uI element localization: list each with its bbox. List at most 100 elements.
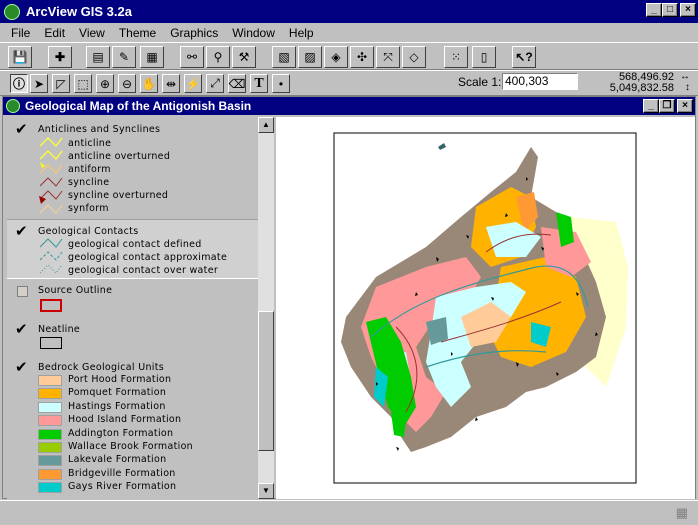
- menu-theme[interactable]: Theme: [112, 26, 163, 40]
- vertex-edit-tool[interactable]: ◸: [52, 74, 70, 93]
- hotlink-icon: ⚡: [185, 76, 201, 91]
- theme-neatline[interactable]: ✔ Neatline: [7, 317, 259, 355]
- theme-properties-button[interactable]: ▤: [86, 46, 110, 68]
- button-bar: 💾 ✚ ▤ ✎ ▦ ⚯ ⚲ ⚒ ▧ ▨ ◈ ✣ ⤧ ◇ ⁙ ▯ ↖?: [0, 42, 698, 70]
- arrow-pointer-icon: ➤: [33, 76, 45, 91]
- map-display[interactable]: [276, 117, 695, 499]
- view-restore-button[interactable]: ❐: [659, 99, 675, 113]
- anticline-symbol: [39, 137, 63, 147]
- help-button[interactable]: ↖?: [512, 46, 536, 68]
- zoom-in-fixed-button[interactable]: ✣: [350, 46, 374, 68]
- save-project-button[interactable]: 💾: [8, 46, 32, 68]
- edit-legend-button[interactable]: ✎: [112, 46, 136, 68]
- theme-visibility-checkbox[interactable]: ✔: [15, 224, 28, 239]
- menu-graphics[interactable]: Graphics: [163, 26, 225, 40]
- close-button[interactable]: ×: [680, 3, 696, 17]
- fold-line-symbols: [39, 137, 63, 214]
- area-of-interest-icon: ⤢: [210, 76, 220, 90]
- legend-label: anticline overturned: [68, 151, 171, 162]
- theme-visibility-checkbox[interactable]: ✔: [15, 322, 28, 337]
- zoom-to-active-themes-button[interactable]: ▨: [298, 46, 322, 68]
- theme-properties-icon: ▤: [92, 50, 104, 64]
- hammer-icon: ⚒: [238, 50, 250, 64]
- zoom-in-tool[interactable]: ⊕: [96, 74, 114, 93]
- contact-line-symbols: [39, 238, 63, 274]
- zoom-to-selected-button[interactable]: ◈: [324, 46, 348, 68]
- legend-label: syncline overturned: [68, 190, 169, 201]
- floppy-disk-icon: 💾: [12, 50, 28, 64]
- menu-file[interactable]: File: [4, 26, 37, 40]
- geological-map[interactable]: [276, 117, 695, 499]
- find-button[interactable]: ⚯: [180, 46, 204, 68]
- zoom-to-full-extent-button[interactable]: ▧: [272, 46, 296, 68]
- theme-visibility-checkbox[interactable]: ✔: [15, 122, 28, 137]
- contact-approximate-symbol: [39, 251, 63, 261]
- view-minimize-button[interactable]: _: [643, 99, 659, 113]
- tool-bar: ⓘ ➤ ◸ ⬚ ⊕ ⊖ ✋ ⇹ ⚡ ⤢ ⌫ T • Scale 1: 400,3…: [0, 70, 698, 96]
- text-tool[interactable]: T: [250, 74, 268, 93]
- maximize-button[interactable]: □: [662, 3, 678, 17]
- theme-source-outline[interactable]: Source Outline: [7, 279, 259, 317]
- area-of-interest-tool[interactable]: ⤢: [206, 74, 224, 93]
- point-icon: •: [278, 76, 284, 91]
- minimize-button[interactable]: _: [646, 3, 662, 17]
- status-bar: ▦: [0, 500, 698, 525]
- select-features-graphic-button[interactable]: ⁙: [444, 46, 468, 68]
- view-title: Geological Map of the Antigonish Basin: [25, 99, 252, 113]
- hotlink-tool[interactable]: ⚡: [184, 74, 202, 93]
- theme-name: Neatline: [38, 324, 81, 335]
- zoom-out-icon: ⊖: [121, 76, 133, 91]
- theme-geological-contacts[interactable]: ✔ Geological Contacts geological contact…: [7, 219, 259, 279]
- theme-name: Anticlines and Synclines: [38, 124, 161, 135]
- island-feature: [438, 143, 446, 150]
- select-feature-tool[interactable]: ⬚: [74, 74, 92, 93]
- zoom-previous-button[interactable]: ◇: [402, 46, 426, 68]
- theme-visibility-checkbox[interactable]: [17, 286, 28, 297]
- arcview-app-icon: [4, 3, 20, 20]
- menu-edit[interactable]: Edit: [37, 26, 72, 40]
- pointer-tool[interactable]: ➤: [30, 74, 48, 93]
- theme-anticlines-synclines[interactable]: ✔ Anticlines and Synclines anticline ant…: [7, 117, 259, 219]
- legend-label: geological contact approximate: [68, 252, 228, 263]
- measure-tool[interactable]: ⇹: [162, 74, 180, 93]
- label-tool[interactable]: ⌫: [228, 74, 246, 93]
- theme-name: Source Outline: [38, 285, 113, 296]
- pan-tool[interactable]: ✋: [140, 74, 158, 93]
- legend-label: Pomquet Formation: [68, 387, 167, 399]
- clear-selection-button[interactable]: ▯: [472, 46, 496, 68]
- edit-legend-icon: ✎: [118, 50, 130, 64]
- theme-name: Bedrock Geological Units: [38, 362, 164, 373]
- scroll-down-button[interactable]: ▼: [258, 483, 274, 499]
- scale-input[interactable]: 400,303: [502, 73, 578, 90]
- identify-tool[interactable]: ⓘ: [10, 74, 28, 93]
- source-outline-swatch: [40, 299, 62, 312]
- locate-icon: ⚲: [213, 50, 223, 64]
- zoom-out-arrows-icon: ⤧: [383, 49, 393, 64]
- legend-label: Bridgeville Formation: [68, 467, 176, 479]
- menu-window[interactable]: Window: [225, 26, 282, 40]
- legend-label: geological contact over water: [68, 265, 219, 276]
- add-theme-button[interactable]: ✚: [48, 46, 72, 68]
- resize-grip-icon[interactable]: ▦: [676, 505, 688, 521]
- locate-address-button[interactable]: ⚲: [206, 46, 230, 68]
- legend-label: Hastings Formation: [68, 400, 166, 412]
- query-builder-button[interactable]: ⚒: [232, 46, 256, 68]
- scroll-thumb[interactable]: [258, 311, 274, 451]
- draw-point-tool[interactable]: •: [272, 74, 290, 93]
- text-t-icon: T: [254, 75, 264, 91]
- zoom-out-fixed-button[interactable]: ⤧: [376, 46, 400, 68]
- menu-view[interactable]: View: [72, 26, 112, 40]
- zoom-previous-icon: ◇: [409, 50, 419, 64]
- open-table-button[interactable]: ▦: [140, 46, 164, 68]
- toc-scrollbar[interactable]: ▲ ▼: [258, 117, 274, 499]
- theme-visibility-checkbox[interactable]: ✔: [15, 360, 28, 375]
- theme-bedrock-geological-units[interactable]: ✔ Bedrock Geological Units Port Hood For…: [7, 355, 259, 499]
- vertex-pointer-icon: ◸: [56, 76, 66, 91]
- scroll-up-button[interactable]: ▲: [258, 117, 274, 133]
- view-close-button[interactable]: ×: [677, 99, 693, 113]
- help-cursor-icon: ↖?: [515, 50, 533, 64]
- legend-label: Gays River Formation: [68, 481, 177, 493]
- zoom-out-tool[interactable]: ⊖: [118, 74, 136, 93]
- menu-help[interactable]: Help: [282, 26, 321, 40]
- up-arrow-icon: ▲: [262, 120, 270, 129]
